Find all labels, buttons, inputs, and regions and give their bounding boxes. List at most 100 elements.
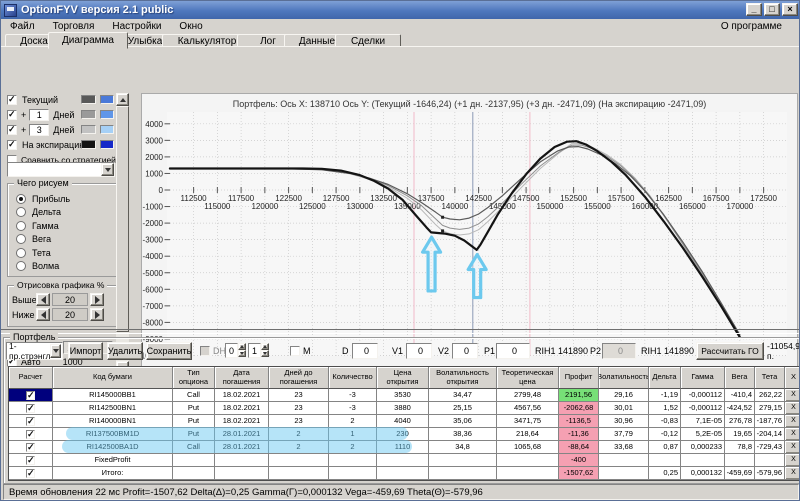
row-calc-checkbox[interactable] [26, 442, 35, 452]
cell-c2 [173, 454, 215, 467]
column-header-0[interactable]: Расчет [9, 367, 53, 389]
range-increase-button[interactable] [90, 308, 104, 321]
dh-spinner-1[interactable]: 0 [225, 342, 246, 360]
row-delete-button[interactable]: X [785, 415, 799, 428]
radio-гамма[interactable] [16, 220, 26, 231]
radio-вега[interactable] [16, 234, 26, 244]
cell-c13: -459,69 [725, 467, 755, 480]
dh-toggle[interactable]: DH [200, 342, 226, 360]
radio-row-дельта[interactable]: Дельта [16, 206, 108, 219]
d-input[interactable]: 0 [352, 343, 378, 359]
series-checkbox-1[interactable] [7, 109, 17, 120]
dh-spinner-2[interactable]: 1 [248, 342, 269, 360]
row-calc-checkbox[interactable] [26, 468, 35, 478]
column-header-5[interactable]: Количество [329, 367, 377, 389]
menu-item-about[interactable]: О программе [712, 19, 791, 33]
scroll-up-icon[interactable] [116, 93, 129, 106]
column-header-10[interactable]: Волатильность [599, 367, 649, 389]
row-delete-button[interactable]: X [785, 467, 799, 480]
series-checkbox-0[interactable] [7, 94, 17, 105]
column-header-9[interactable]: Профит [559, 367, 599, 389]
column-header-11[interactable]: Дельта [649, 367, 681, 389]
table-row[interactable]: Итого: -1507,62 0,250,000132-459,69-579,96… [9, 467, 799, 480]
column-header-8[interactable]: Теоретическая цена [497, 367, 559, 389]
radio-row-прибыль[interactable]: Прибыль [16, 192, 108, 205]
minimize-button[interactable]: _ [746, 3, 762, 16]
row-delete-button[interactable]: X [785, 454, 799, 467]
cell-c9: -88,64 [559, 441, 599, 454]
menu-item-3[interactable]: Окно [170, 19, 211, 33]
series-checkbox-2[interactable] [7, 124, 17, 135]
menu-item-1[interactable]: Торговля [44, 19, 104, 33]
column-header-14[interactable]: Тета [755, 367, 785, 389]
row-calc-checkbox[interactable] [26, 403, 35, 413]
app-icon [4, 3, 17, 17]
radio-row-гамма[interactable]: Гамма [16, 219, 108, 232]
radio-тета[interactable] [16, 247, 26, 258]
cell-c6: 3880 [377, 402, 429, 415]
row-calc-checkbox[interactable] [26, 416, 35, 426]
strategy-preset-combo[interactable]: 1-пр.стрэнгл [6, 341, 63, 361]
row-calc-checkbox[interactable] [26, 455, 35, 465]
column-header-3[interactable]: Дата погашения [215, 367, 269, 389]
scroll-thumb[interactable] [116, 106, 129, 332]
delete-button[interactable]: Удалить [107, 342, 143, 360]
column-header-13[interactable]: Вега [725, 367, 755, 389]
row-delete-button[interactable]: X [785, 428, 799, 441]
table-row[interactable]: RI145000BB1Call18.02.202123-3353034,4727… [9, 389, 799, 402]
column-header-6[interactable]: Цена открытия [377, 367, 429, 389]
range-decrease-button[interactable] [36, 293, 50, 306]
radio-row-вега[interactable]: Вега [16, 233, 108, 246]
cell-c7: 34,8 [429, 441, 497, 454]
cell-c6 [377, 467, 429, 480]
row-delete-button[interactable]: X [785, 402, 799, 415]
range-decrease-button[interactable] [36, 308, 50, 321]
cell-c12 [681, 454, 725, 467]
calc-go-button[interactable]: Рассчитать ГО [696, 342, 764, 360]
m-toggle[interactable]: М [290, 342, 311, 360]
menu-item-0[interactable]: Файл [1, 19, 44, 33]
row-calc-checkbox[interactable] [26, 390, 35, 400]
strategy-combo-dropdown-icon[interactable] [101, 163, 114, 176]
cell-c5: -3 [329, 402, 377, 415]
radio-дельта[interactable] [16, 207, 26, 217]
series-checkbox-3[interactable] [7, 139, 17, 150]
radio-row-волма[interactable]: Волма [16, 260, 108, 273]
tab-диаграмма[interactable]: Диаграмма [48, 32, 128, 49]
strategy-combo[interactable] [7, 162, 115, 177]
radio-волма[interactable] [16, 261, 26, 271]
row-delete-button[interactable]: X [785, 389, 799, 402]
p1-input[interactable]: 0 [496, 343, 530, 359]
cell-c6: 3530 [377, 389, 429, 402]
v2-input[interactable]: 0 [452, 343, 478, 359]
series-toggle-row-1: +1Дней [7, 108, 115, 121]
panel-divider [1, 329, 799, 334]
column-header-12[interactable]: Гамма [681, 367, 725, 389]
table-row[interactable]: FixedProfit -400 X [9, 454, 799, 467]
cell-c13: 78,8 [725, 441, 755, 454]
column-header-2[interactable]: Тип опциона [173, 367, 215, 389]
column-header-7[interactable]: Волатильность открытия [429, 367, 497, 389]
dh-checkbox[interactable] [200, 346, 210, 356]
row-delete-button[interactable]: X [785, 441, 799, 454]
maximize-button[interactable]: □ [764, 3, 780, 16]
cell-c9: -1136,5 [559, 415, 599, 428]
column-header-15[interactable]: X [785, 367, 799, 389]
table-row[interactable]: RI142500BN1Put18.02.202123-3388025,15456… [9, 402, 799, 415]
series-days-input-2[interactable]: 3 [29, 123, 50, 136]
import-button[interactable]: Импорт [68, 342, 103, 360]
radio-row-тета[interactable]: Тета [16, 246, 108, 259]
save-button[interactable]: Сохранить [146, 342, 192, 360]
menu-item-2[interactable]: Настройки [103, 19, 170, 33]
v1-input[interactable]: 0 [406, 343, 432, 359]
radio-прибыль[interactable] [16, 193, 26, 204]
range-increase-button[interactable] [90, 293, 104, 306]
m-checkbox[interactable] [290, 346, 300, 356]
cell-c3: 18.02.2021 [215, 389, 269, 402]
row-calc-checkbox[interactable] [26, 429, 35, 439]
column-header-4[interactable]: Дней до погашения [269, 367, 329, 389]
combo-dropdown-icon[interactable] [50, 344, 61, 358]
series-days-input-1[interactable]: 1 [29, 108, 50, 121]
column-header-1[interactable]: Код бумаги [53, 367, 173, 389]
close-button[interactable]: × [782, 3, 798, 16]
